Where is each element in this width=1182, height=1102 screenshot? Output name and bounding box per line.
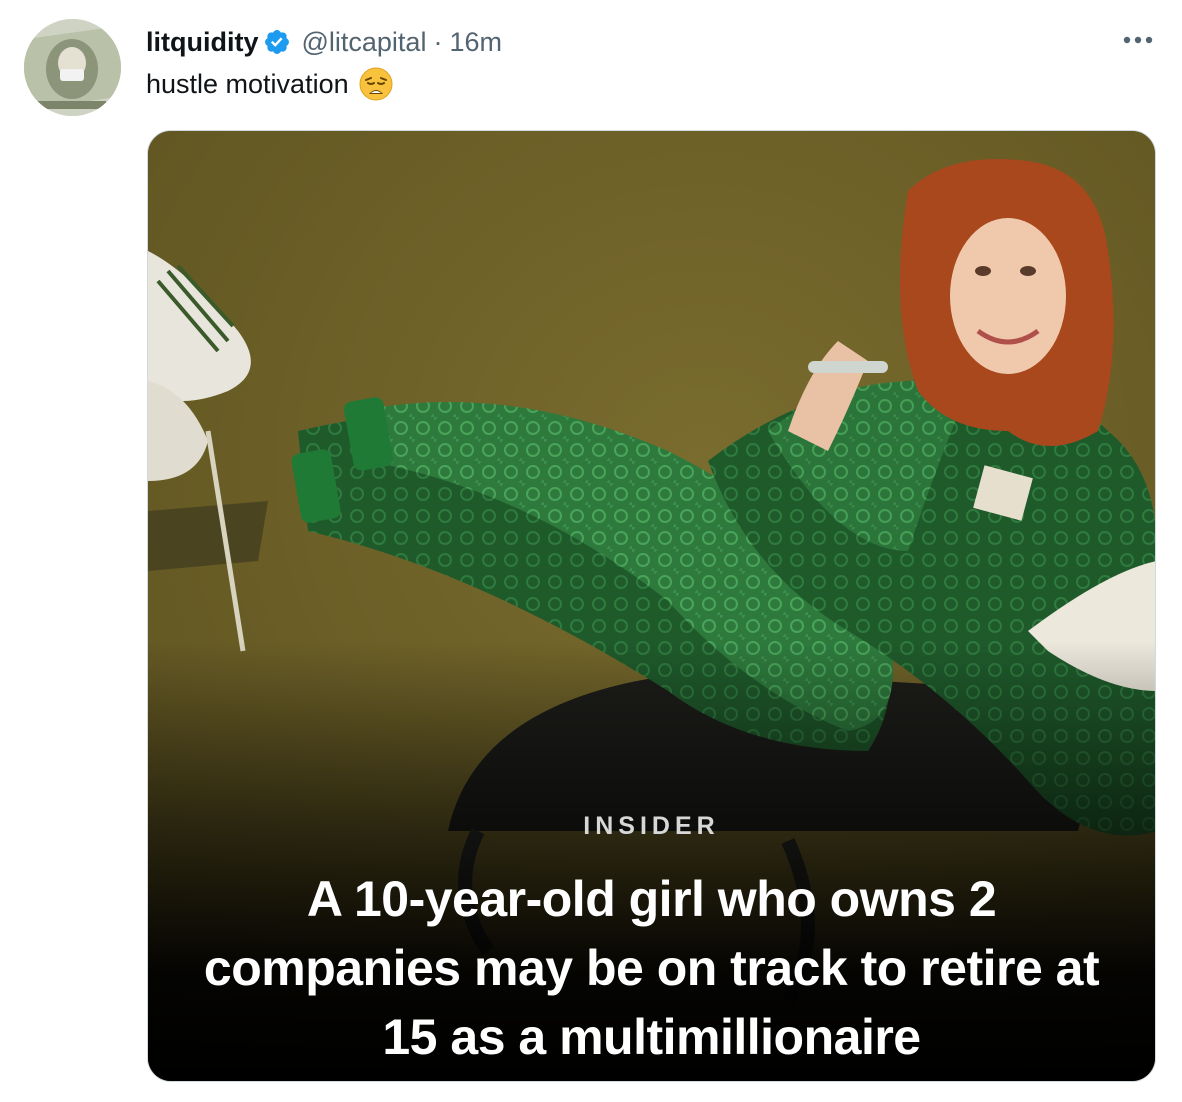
media-card[interactable]: INSIDER A 10-year-old girl who owns 2 co… (147, 130, 1156, 1082)
dollar-bill-avatar-icon (24, 19, 121, 116)
article-headline: A 10-year-old girl who owns 2 companies … (203, 871, 1100, 1065)
separator-dot: · (433, 26, 443, 57)
tweet-header: litquidity @litcapital · 16m (146, 22, 502, 62)
publisher-brand: INSIDER (583, 812, 720, 840)
timestamp[interactable]: 16m (449, 27, 502, 58)
avatar[interactable] (24, 19, 121, 116)
weary-face-emoji-icon (359, 67, 393, 101)
display-name[interactable]: litquidity (146, 27, 258, 58)
tweet[interactable]: litquidity @litcapital · 16m hustle moti… (0, 0, 1182, 1102)
tweet-text: hustle motivation (146, 66, 394, 102)
tweet-text-content: hustle motivation (146, 68, 349, 99)
user-handle[interactable]: @litcapital (301, 27, 426, 58)
verified-badge-icon (265, 30, 290, 54)
more-dots-icon (1123, 36, 1153, 44)
more-options-button[interactable] (1118, 20, 1158, 60)
